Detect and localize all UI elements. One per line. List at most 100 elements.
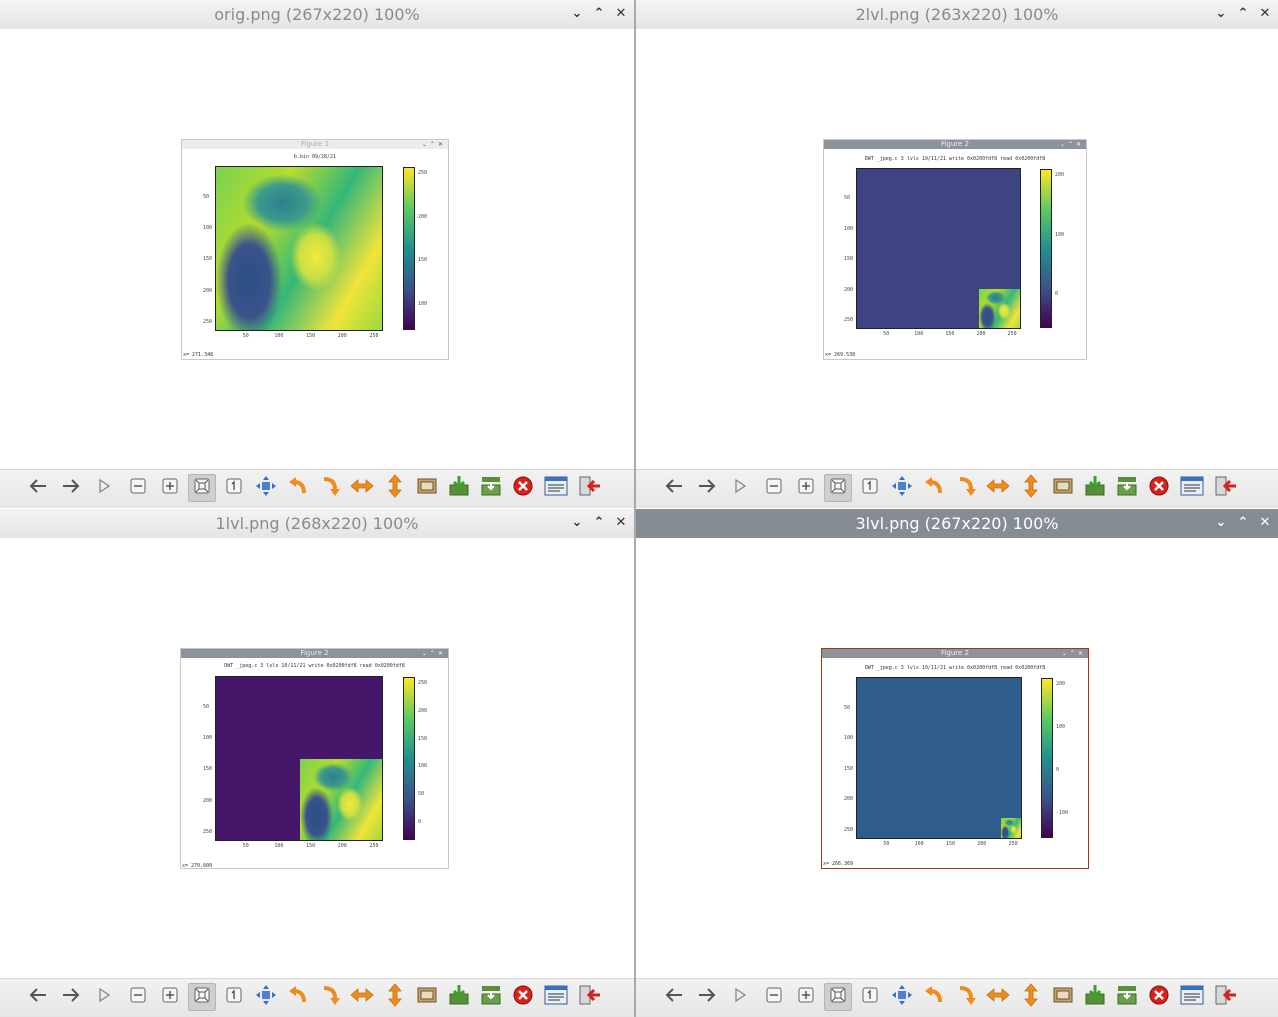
zoom-out-button[interactable]: [760, 474, 788, 502]
rotate-left-button[interactable]: [920, 474, 948, 502]
figure-window-controls: ⌄⌃✕: [1061, 650, 1086, 657]
zoom-in-button[interactable]: [792, 474, 820, 502]
rotate-right-button[interactable]: [316, 474, 344, 502]
viewer-window-1lvl[interactable]: 1lvl.png (268x220) 100% ⌄ ⌃ ✕ Figure 2 ⌄…: [0, 509, 634, 1017]
flip-horizontal-button[interactable]: [984, 474, 1012, 502]
open-file-button[interactable]: [413, 983, 441, 1011]
viewer-window-3lvl[interactable]: 3lvl.png (267x220) 100% ⌄ ⌃ ✕ Figure 2 ⌄…: [636, 509, 1278, 1017]
close-button[interactable]: ✕: [614, 5, 628, 23]
save-button[interactable]: [1081, 474, 1109, 502]
minimize-button[interactable]: ⌄: [570, 514, 584, 532]
rotate-right-button[interactable]: [952, 983, 980, 1011]
viewer-window-2lvl[interactable]: 2lvl.png (263x220) 100% ⌄ ⌃ ✕ Figure 2 ⌄…: [636, 0, 1278, 508]
flip-vertical-button[interactable]: [1017, 983, 1045, 1011]
image-canvas[interactable]: Figure 2 ⌄⌃✕ DWT _jpeg.c 3 lvls 10/11/21…: [636, 538, 1278, 979]
exit-button[interactable]: [1212, 983, 1240, 1011]
window-titlebar[interactable]: 2lvl.png (263x220) 100% ⌄ ⌃ ✕: [636, 0, 1278, 29]
save-button[interactable]: [1081, 983, 1109, 1011]
play-slideshow-button[interactable]: [90, 474, 118, 502]
play-slideshow-button[interactable]: [726, 983, 754, 1011]
preferences-icon: [544, 984, 568, 1010]
delete-button[interactable]: [1145, 474, 1173, 502]
save-as-button[interactable]: [477, 474, 505, 502]
rotate-right-button[interactable]: [952, 474, 980, 502]
preferences-button[interactable]: [1178, 983, 1206, 1011]
rotate-left-icon: [287, 475, 309, 501]
zoom-out-button[interactable]: [760, 983, 788, 1011]
fullscreen-button[interactable]: [252, 474, 280, 502]
image-canvas[interactable]: Figure 1 ⌄⌃✕ b.bin 09/28/21 x= 271.348 5…: [0, 29, 634, 470]
zoom-original-button[interactable]: [856, 474, 884, 502]
zoom-out-button[interactable]: [124, 474, 152, 502]
maximize-button[interactable]: ⌃: [592, 5, 606, 23]
maximize-button[interactable]: ⌃: [1236, 5, 1250, 23]
flip-vertical-button[interactable]: [381, 983, 409, 1011]
open-file-button[interactable]: [1049, 983, 1077, 1011]
fullscreen-button[interactable]: [888, 983, 916, 1011]
fullscreen-button[interactable]: [252, 983, 280, 1011]
minimize-button[interactable]: ⌄: [1214, 5, 1228, 23]
window-titlebar[interactable]: 1lvl.png (268x220) 100% ⌄ ⌃ ✕: [0, 509, 634, 538]
rotate-left-button[interactable]: [920, 983, 948, 1011]
flip-horizontal-button[interactable]: [984, 983, 1012, 1011]
forward-arrow-button[interactable]: [57, 474, 85, 502]
delete-button[interactable]: [1145, 983, 1173, 1011]
zoom-out-button[interactable]: [124, 983, 152, 1011]
preferences-button[interactable]: [1178, 474, 1206, 502]
save-button[interactable]: [445, 983, 473, 1011]
zoom-fit-button[interactable]: [188, 983, 216, 1011]
forward-arrow-button[interactable]: [693, 983, 721, 1011]
open-file-button[interactable]: [1049, 474, 1077, 502]
flip-horizontal-button[interactable]: [348, 983, 376, 1011]
zoom-original-button[interactable]: [856, 983, 884, 1011]
exit-button[interactable]: [576, 983, 604, 1011]
window-title: 1lvl.png (268x220) 100%: [215, 514, 419, 533]
back-arrow-button[interactable]: [660, 983, 688, 1011]
zoom-in-button[interactable]: [156, 474, 184, 502]
zoom-original-button[interactable]: [220, 983, 248, 1011]
rotate-right-button[interactable]: [316, 983, 344, 1011]
flip-horizontal-button[interactable]: [348, 474, 376, 502]
maximize-button[interactable]: ⌃: [1236, 514, 1250, 532]
forward-arrow-button[interactable]: [693, 474, 721, 502]
save-as-button[interactable]: [477, 983, 505, 1011]
zoom-original-button[interactable]: [220, 474, 248, 502]
back-arrow-button[interactable]: [660, 474, 688, 502]
play-slideshow-button[interactable]: [726, 474, 754, 502]
window-titlebar[interactable]: 3lvl.png (267x220) 100% ⌄ ⌃ ✕: [636, 509, 1278, 538]
preferences-button[interactable]: [542, 474, 570, 502]
delete-button[interactable]: [509, 474, 537, 502]
back-arrow-button[interactable]: [24, 474, 52, 502]
rotate-left-button[interactable]: [284, 474, 312, 502]
exit-button[interactable]: [576, 474, 604, 502]
minimize-button[interactable]: ⌄: [570, 5, 584, 23]
save-button[interactable]: [445, 474, 473, 502]
rotate-left-button[interactable]: [284, 983, 312, 1011]
save-as-button[interactable]: [1113, 474, 1141, 502]
save-as-button[interactable]: [1113, 983, 1141, 1011]
delete-button[interactable]: [509, 983, 537, 1011]
close-button[interactable]: ✕: [1258, 514, 1272, 532]
zoom-fit-button[interactable]: [824, 983, 852, 1011]
maximize-button[interactable]: ⌃: [592, 514, 606, 532]
back-arrow-button[interactable]: [24, 983, 52, 1011]
window-titlebar[interactable]: orig.png (267x220) 100% ⌄ ⌃ ✕: [0, 0, 634, 29]
image-canvas[interactable]: Figure 2 ⌄⌃✕ DWT _jpeg.c 3 lvls 10/11/21…: [636, 29, 1278, 470]
zoom-in-button[interactable]: [792, 983, 820, 1011]
forward-arrow-button[interactable]: [57, 983, 85, 1011]
play-slideshow-button[interactable]: [90, 983, 118, 1011]
preferences-button[interactable]: [542, 983, 570, 1011]
open-file-button[interactable]: [413, 474, 441, 502]
zoom-fit-button[interactable]: [824, 474, 852, 502]
flip-vertical-button[interactable]: [1017, 474, 1045, 502]
image-canvas[interactable]: Figure 2 ⌄⌃✕ DWT _jpeg.c 3 lvls 10/11/21…: [0, 538, 634, 979]
close-button[interactable]: ✕: [1258, 5, 1272, 23]
flip-vertical-button[interactable]: [381, 474, 409, 502]
zoom-in-button[interactable]: [156, 983, 184, 1011]
fullscreen-button[interactable]: [888, 474, 916, 502]
viewer-window-orig[interactable]: orig.png (267x220) 100% ⌄ ⌃ ✕ Figure 1 ⌄…: [0, 0, 634, 508]
minimize-button[interactable]: ⌄: [1214, 514, 1228, 532]
zoom-fit-button[interactable]: [188, 474, 216, 502]
close-button[interactable]: ✕: [614, 514, 628, 532]
exit-button[interactable]: [1212, 474, 1240, 502]
